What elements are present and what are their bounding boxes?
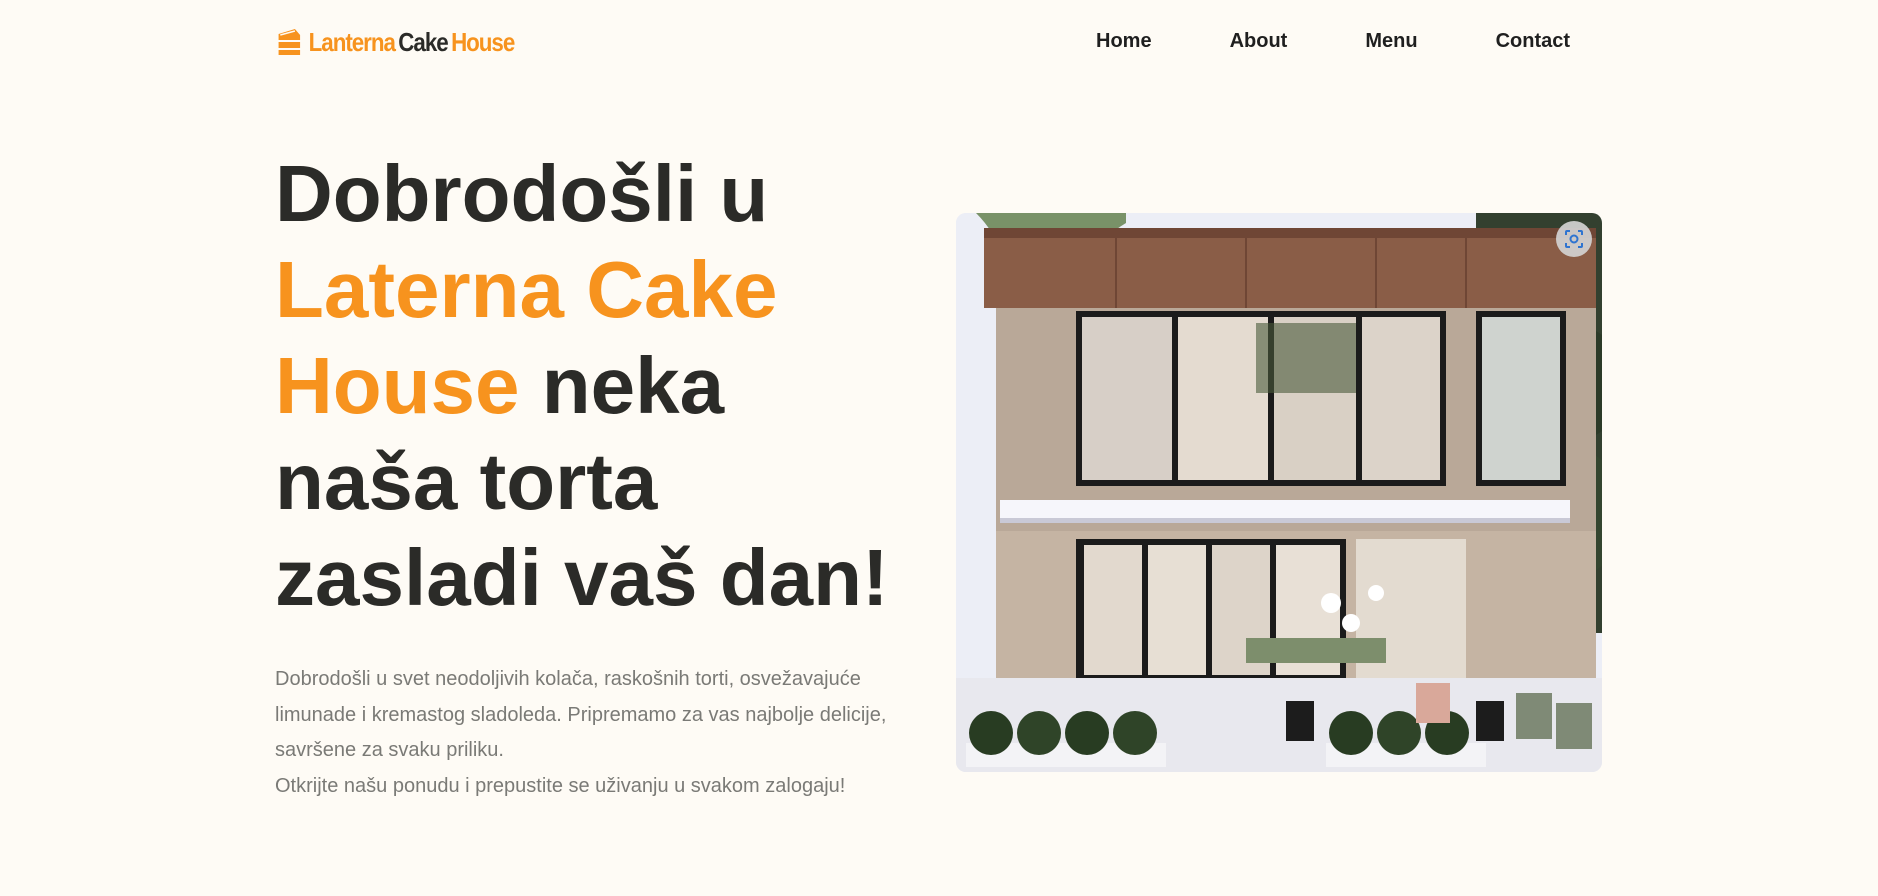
- hero-image: [956, 213, 1602, 772]
- hero-description-line1: Dobrodošli u svet neodoljivih kolača, ra…: [275, 668, 887, 761]
- nav-link-contact[interactable]: Contact: [1496, 30, 1570, 53]
- nav-link-home[interactable]: Home: [1096, 30, 1152, 53]
- hero-description: Dobrodošli u svet neodoljivih kolača, ra…: [275, 662, 895, 804]
- lens-search-icon: [1565, 230, 1583, 248]
- cafe-building-illustration: [956, 213, 1602, 772]
- hero-title-part1: Dobrodošli u: [275, 149, 769, 238]
- main-nav: Home About Menu Contact: [1096, 30, 1570, 53]
- hero-description-line2: Otkrijte našu ponudu i prepustite se uži…: [275, 774, 846, 797]
- logo-word-1: Lanterna: [308, 26, 396, 57]
- brand-logo[interactable]: Lanterna Cake House: [276, 24, 515, 60]
- hero-title: Dobrodošli u Laterna Cake House neka naš…: [275, 146, 915, 626]
- logo-word-2: Cake: [398, 26, 448, 57]
- nav-link-about[interactable]: About: [1230, 30, 1288, 53]
- cake-slice-icon: [278, 29, 301, 55]
- lens-search-button[interactable]: [1556, 221, 1592, 257]
- logo-word-3: House: [451, 26, 515, 57]
- nav-link-menu[interactable]: Menu: [1365, 30, 1417, 53]
- site-header: Lanterna Cake House Home About Menu Cont…: [0, 0, 1878, 84]
